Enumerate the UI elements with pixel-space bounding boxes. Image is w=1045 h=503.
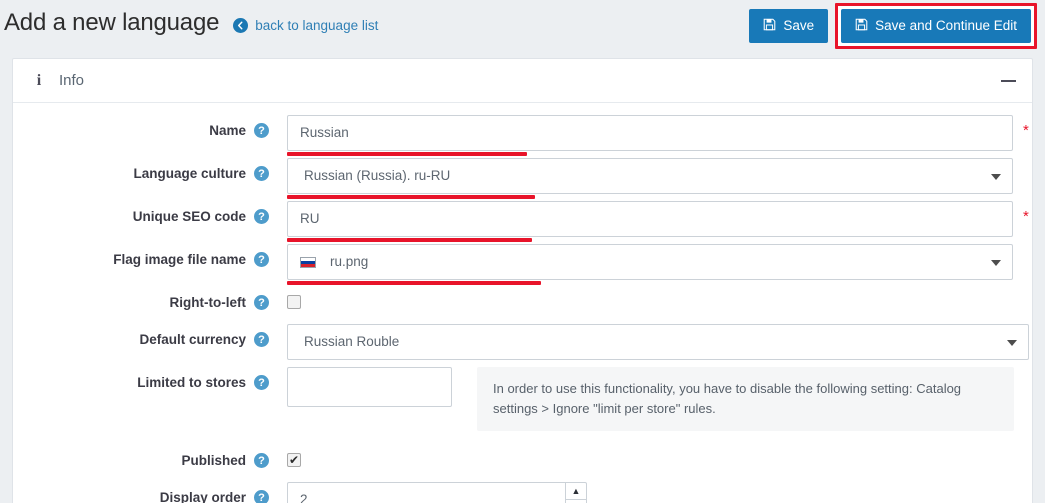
form-row-default-currency: Default currency ? Russian Rouble (13, 324, 1032, 360)
info-panel-body: Name ? Russian * Language culture ? Russ… (13, 103, 1032, 503)
right-to-left-label: Right-to-left ? (13, 287, 269, 310)
seo-code-label-text: Unique SEO code (132, 209, 246, 224)
page-header: Add a new language back to language list… (0, 0, 1045, 49)
default-currency-label-text: Default currency (139, 332, 246, 347)
limited-to-stores-multiselect[interactable] (287, 367, 452, 407)
minus-icon[interactable] (1001, 79, 1016, 82)
right-to-left-checkbox[interactable] (287, 295, 301, 309)
back-to-language-list-link[interactable]: back to language list (233, 14, 378, 33)
display-order-label-text: Display order (159, 490, 246, 503)
seo-code-input[interactable]: RU (287, 201, 1013, 237)
info-panel: i Info Name ? Russian * Language culture… (12, 58, 1033, 503)
russian-flag-icon (300, 256, 316, 268)
limited-to-stores-label: Limited to stores ? (13, 367, 269, 390)
default-currency-select[interactable]: Russian Rouble (287, 324, 1029, 360)
limited-to-stores-hint: In order to use this functionality, you … (477, 367, 1014, 432)
seo-code-control-wrap: RU * (269, 201, 1029, 242)
flag-image-value: ru.png (330, 254, 369, 270)
stepper-up-icon[interactable]: ▲ (566, 483, 586, 500)
published-label-text: Published (181, 453, 246, 469)
right-to-left-label-text: Right-to-left (169, 295, 246, 310)
seo-code-input-value: RU (300, 211, 320, 227)
flag-image-control-wrap: ru.png (269, 244, 1014, 285)
form-row-display-order: Display order ? 2 ▲ ▼ (13, 482, 1032, 503)
page-title: Add a new language (4, 9, 220, 36)
language-culture-value: Russian (Russia). ru-RU (304, 168, 451, 184)
form-row-seo-code: Unique SEO code ? RU * (13, 201, 1032, 242)
back-arrow-icon (233, 17, 249, 33)
question-mark-icon[interactable]: ? (254, 332, 269, 347)
annotation-underline-name (287, 152, 527, 156)
name-input[interactable]: Russian (287, 115, 1013, 151)
form-row-flag-image: Flag image file name ? ru.png (13, 244, 1032, 285)
name-control-wrap: Russian * (269, 115, 1029, 156)
question-mark-icon[interactable]: ? (254, 123, 269, 138)
display-order-control-wrap: 2 ▲ ▼ (269, 482, 1014, 503)
question-mark-icon[interactable]: ? (254, 209, 269, 224)
flag-image-label-text: Flag image file name (113, 252, 246, 267)
published-checkbox[interactable]: ✔ (287, 453, 301, 468)
save-and-continue-edit-button[interactable]: Save and Continue Edit (841, 9, 1031, 43)
question-mark-icon[interactable]: ? (254, 252, 269, 267)
default-currency-control-wrap: Russian Rouble (269, 324, 1029, 360)
save-button[interactable]: Save (749, 9, 829, 43)
floppy-disk-icon (763, 18, 776, 34)
seo-code-label: Unique SEO code ? (13, 201, 269, 224)
display-order-buttons: ▲ ▼ (565, 483, 586, 503)
back-link-label: back to language list (255, 17, 379, 33)
question-mark-icon[interactable]: ? (254, 295, 269, 310)
form-row-language-culture: Language culture ? Russian (Russia). ru-… (13, 158, 1032, 199)
question-mark-icon[interactable]: ? (254, 453, 269, 469)
annotation-underline-language-culture (287, 195, 535, 199)
form-row-published: Published ? ✔ (13, 445, 1032, 475)
default-currency-label: Default currency ? (13, 324, 269, 347)
checkbox-tick: ✔ (288, 453, 300, 468)
name-required-marker: * (1023, 122, 1029, 139)
save-and-continue-highlight: Save and Continue Edit (835, 3, 1037, 49)
flag-image-label: Flag image file name ? (13, 244, 269, 267)
save-and-continue-edit-label: Save and Continue Edit (875, 18, 1017, 33)
name-label: Name ? (13, 115, 269, 138)
question-mark-icon[interactable]: ? (254, 166, 269, 181)
annotation-underline-flag-image (287, 281, 541, 285)
form-row-right-to-left: Right-to-left ? (13, 287, 1032, 317)
form-row-name: Name ? Russian * (13, 115, 1032, 156)
published-label: Published ? (13, 445, 269, 469)
seo-code-required-marker: * (1023, 208, 1029, 225)
language-culture-select[interactable]: Russian (Russia). ru-RU (287, 158, 1013, 194)
default-currency-value: Russian Rouble (304, 334, 400, 350)
display-order-value: 2 (300, 491, 308, 503)
language-culture-label: Language culture ? (13, 158, 269, 181)
annotation-underline-seo-code (287, 238, 532, 242)
limited-to-stores-control-wrap: In order to use this functionality, you … (269, 367, 1014, 432)
info-panel-title: Info (59, 72, 85, 89)
name-label-text: Name (209, 123, 246, 138)
save-button-label: Save (783, 18, 815, 33)
display-order-label: Display order ? (13, 482, 269, 503)
flag-image-select[interactable]: ru.png (287, 244, 1013, 280)
published-control-wrap: ✔ (269, 445, 1014, 468)
form-row-limited-to-stores: Limited to stores ? In order to use this… (13, 367, 1032, 432)
floppy-disk-icon (855, 18, 868, 34)
language-culture-control-wrap: Russian (Russia). ru-RU (269, 158, 1014, 199)
right-to-left-control-wrap (269, 287, 1014, 309)
info-icon: i (36, 71, 42, 89)
question-mark-icon[interactable]: ? (254, 490, 269, 503)
name-input-value: Russian (300, 125, 349, 141)
info-panel-header[interactable]: i Info (13, 59, 1032, 103)
question-mark-icon[interactable]: ? (254, 375, 269, 390)
header-actions: Save Save and Continue Edit (749, 3, 1037, 49)
limited-to-stores-label-text: Limited to stores (137, 375, 246, 390)
language-culture-label-text: Language culture (133, 166, 246, 181)
display-order-stepper[interactable]: 2 ▲ ▼ (287, 482, 587, 503)
